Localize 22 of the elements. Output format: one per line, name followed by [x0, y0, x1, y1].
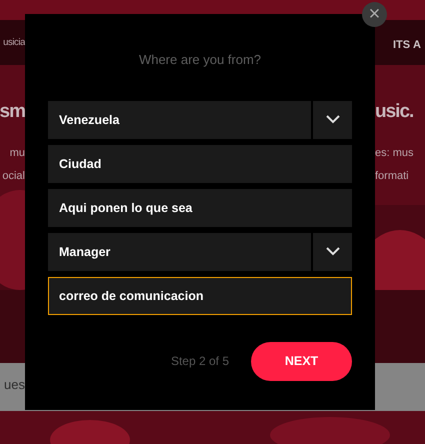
next-button[interactable]: NEXT	[251, 342, 352, 380]
nav-link[interactable]: A	[413, 39, 421, 52]
search-text: ues	[4, 378, 25, 392]
body-text: formati	[375, 170, 409, 182]
body-text: es: mus	[375, 147, 414, 160]
dropdown-field[interactable]: Venezuela	[48, 100, 311, 138]
nav-link[interactable]: usicia	[3, 38, 25, 48]
chevron-down-icon	[326, 247, 340, 256]
modal-title: Where are you from?	[138, 51, 262, 69]
body-text: mu	[10, 147, 25, 160]
heading-text: usic.	[375, 102, 414, 123]
input-field[interactable]: Aqui ponen lo que sea	[48, 188, 352, 226]
step-indicator: Step 2 of 5	[170, 353, 229, 370]
input-field[interactable]: Ciudad	[48, 144, 352, 182]
chevron-down-icon	[326, 115, 340, 124]
dropdown-button[interactable]	[313, 100, 352, 138]
nav-link[interactable]: ITS	[393, 39, 410, 52]
heading-text: sm	[0, 102, 25, 123]
input-field[interactable]: correo de comunicacion	[48, 276, 352, 314]
body-text: ocial	[2, 170, 25, 182]
dropdown-field[interactable]: Manager	[48, 232, 311, 270]
dropdown-button[interactable]	[313, 232, 352, 270]
